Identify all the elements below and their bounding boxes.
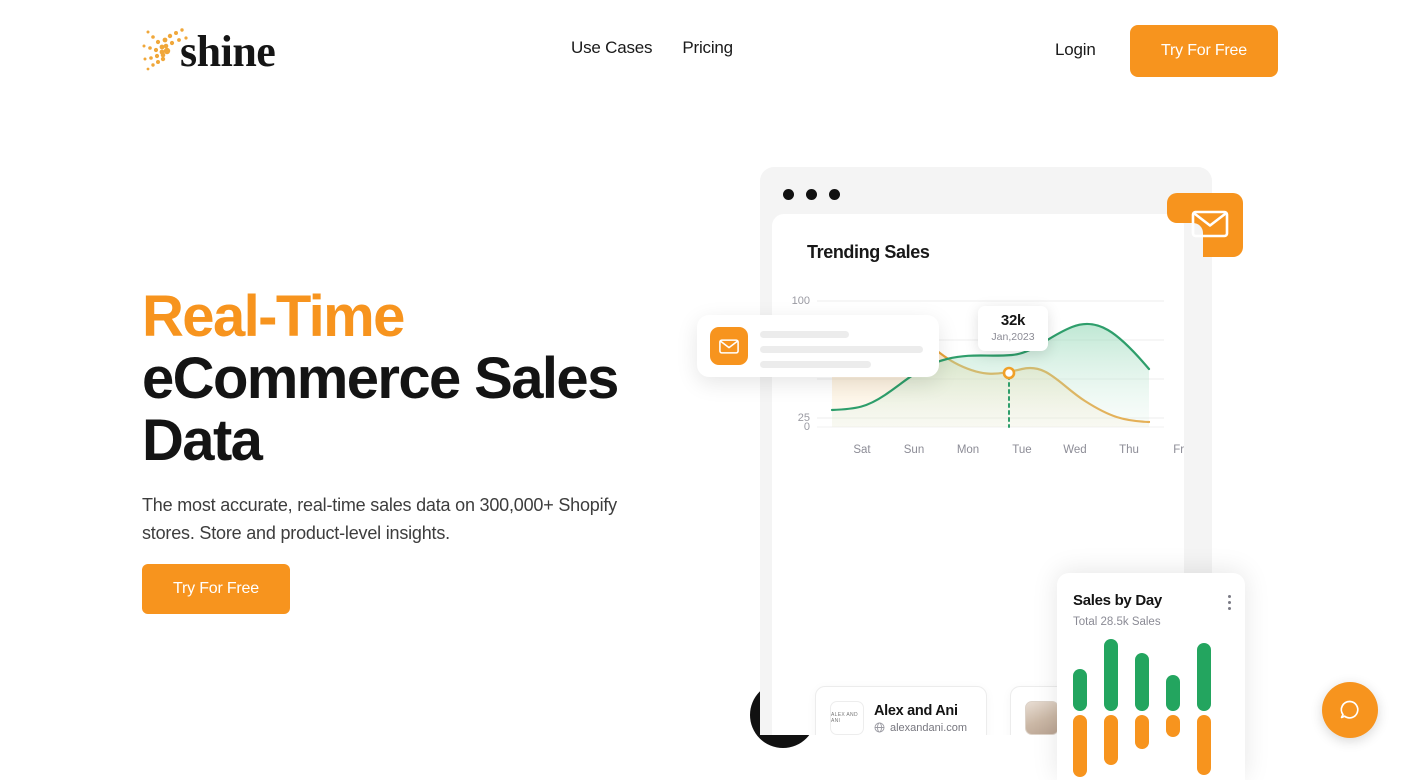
envelope-icon <box>710 327 748 365</box>
nav-link-pricing[interactable]: Pricing <box>682 38 733 58</box>
notification-card[interactable] <box>697 315 939 377</box>
store-card-alex-and-ani[interactable]: ALEX AND ANI Alex and Ani alexandani.com <box>815 686 987 735</box>
trending-sales-title: Trending Sales <box>807 242 930 262</box>
bar-orange <box>1073 715 1087 777</box>
nav-link-use-cases[interactable]: Use Cases <box>571 38 653 58</box>
window-dot-1 <box>783 189 794 200</box>
store-header: ALEX AND ANI Alex and Ani alexandani.com <box>830 701 967 735</box>
tooltip-label: Jan,2023 <box>991 331 1035 343</box>
sales-by-day-title: Sales by Day <box>1073 592 1162 609</box>
landing-page: shine Use Cases Pricing Login Try For Fr… <box>0 0 1420 780</box>
sales-by-day-chart <box>1073 639 1233 777</box>
store-name: Alex and Ani <box>874 702 958 719</box>
store-domain-text: alexandani.com <box>890 721 968 734</box>
bar-group <box>1135 639 1149 769</box>
x-tick-tue: Tue <box>1012 444 1032 456</box>
x-tick-fri: Fri <box>1173 444 1184 456</box>
x-tick-mon: Mon <box>956 444 980 456</box>
bar-group <box>1104 639 1118 769</box>
bar-orange <box>1104 715 1118 765</box>
skeleton-line <box>760 346 923 353</box>
hero-title-rest: eCommerce Sales Data <box>142 346 619 473</box>
logo[interactable]: shine <box>142 22 302 80</box>
mail-badge[interactable] <box>1167 183 1243 267</box>
sales-by-day-panel: Sales by Day Total 28.5k Sales <box>1057 573 1245 780</box>
hero-subtitle: The most accurate, real-time sales data … <box>142 495 617 543</box>
store-logo <box>1025 701 1059 735</box>
globe-icon <box>874 722 885 733</box>
bar-orange <box>1135 715 1149 749</box>
bar-orange <box>1197 715 1211 775</box>
bar-green <box>1104 639 1118 711</box>
bar-green <box>1073 669 1087 711</box>
bar-green <box>1166 675 1180 711</box>
bar-group <box>1166 639 1180 769</box>
more-vertical-icon[interactable] <box>1228 595 1231 610</box>
store-logo: ALEX AND ANI <box>830 701 864 735</box>
help-beacon-button[interactable] <box>1322 682 1378 738</box>
skeleton-line <box>760 361 871 368</box>
chart-tooltip: 32k Jan,2023 <box>978 306 1048 351</box>
hero-title-accent: Real-Time <box>142 284 405 349</box>
skeleton-line <box>760 331 849 338</box>
page-title: Real-Time eCommerce Sales Data <box>142 286 702 472</box>
login-link[interactable]: Login <box>1055 40 1096 60</box>
bar-green <box>1135 653 1149 711</box>
bar-orange <box>1166 715 1180 737</box>
x-tick-wed: Wed <box>1063 444 1087 456</box>
x-tick-thu: Thu <box>1119 444 1139 456</box>
sales-by-day-subtitle: Total 28.5k Sales <box>1073 616 1161 628</box>
bar-group <box>1073 639 1087 777</box>
x-tick-sun: Sun <box>903 444 925 456</box>
tooltip-value: 32k <box>1000 312 1026 329</box>
nav-try-for-free-button[interactable]: Try For Free <box>1130 25 1278 77</box>
store-domain: alexandani.com <box>874 722 967 734</box>
y-tick-100: 100 <box>791 295 810 307</box>
window-dot-2 <box>806 189 817 200</box>
bar-green <box>1197 643 1211 711</box>
y-tick-0: 0 <box>803 421 810 433</box>
hero-try-for-free-button[interactable]: Try For Free <box>142 564 290 614</box>
x-tick-sat: Sat <box>853 444 871 456</box>
window-dot-3 <box>829 189 840 200</box>
bar-group <box>1197 639 1211 775</box>
top-navigation-bar: shine Use Cases Pricing Login Try For Fr… <box>0 0 1420 102</box>
window-dots <box>783 189 840 200</box>
logo-text: shine <box>180 27 276 76</box>
chat-bubble-icon <box>1340 700 1359 719</box>
nav-links: Use Cases Pricing <box>571 38 733 58</box>
